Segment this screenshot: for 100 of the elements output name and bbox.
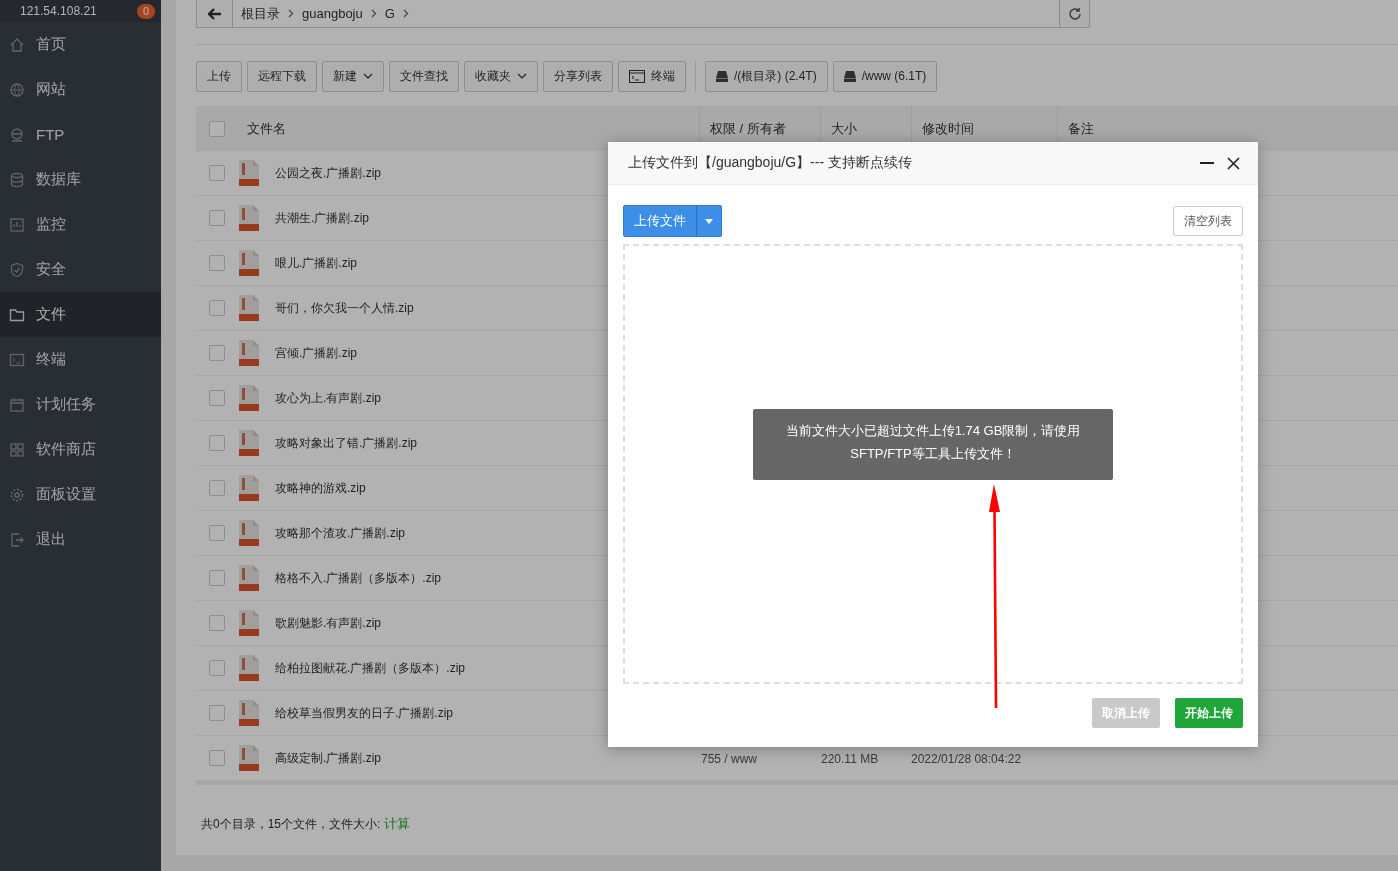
- zip-file-icon: [239, 700, 259, 726]
- disk-button[interactable]: /www (6.1T): [832, 60, 938, 92]
- zip-file-icon: [239, 340, 259, 366]
- exit-icon: [9, 531, 25, 548]
- settings-icon: [9, 486, 25, 503]
- grid-icon: [9, 441, 25, 458]
- toolbar-button[interactable]: 终端: [618, 60, 686, 92]
- file-name[interactable]: 共潮生.广播剧.zip: [275, 209, 369, 227]
- breadcrumb-link[interactable]: G: [384, 6, 395, 21]
- nav-item[interactable]: FTP: [0, 112, 161, 157]
- nav-item[interactable]: 首页: [0, 22, 161, 67]
- drive-icon: [843, 70, 856, 82]
- toolbar-button[interactable]: 文件查找: [389, 60, 459, 92]
- nav-item[interactable]: 监控: [0, 202, 161, 247]
- zip-file-icon: [239, 565, 259, 591]
- file-name[interactable]: 哥们，你欠我一个人情.zip: [275, 299, 414, 317]
- chevron-icon: [370, 9, 377, 18]
- row-checkbox[interactable]: [208, 255, 225, 271]
- row-checkbox[interactable]: [208, 480, 225, 496]
- shield-icon: [9, 261, 25, 278]
- file-name[interactable]: 攻心为上.有声剧.zip: [275, 389, 381, 407]
- chevron-icon: [402, 9, 409, 18]
- zip-file-icon: [239, 655, 259, 681]
- row-checkbox[interactable]: [208, 435, 225, 451]
- file-name[interactable]: 攻略神的游戏.zip: [275, 479, 366, 497]
- terminal-icon: [9, 351, 25, 368]
- nav-item[interactable]: 安全: [0, 247, 161, 292]
- table-cell: 220.11 MB: [821, 751, 879, 766]
- zip-file-icon: [239, 205, 259, 231]
- zip-file-icon: [239, 475, 259, 501]
- chevron-down-icon: [363, 73, 373, 79]
- file-name[interactable]: 给校草当假男友的日子.广播剧.zip: [275, 704, 453, 722]
- dialog-title: 上传文件到【/guangboju/G】--- 支持断点续传: [628, 154, 912, 172]
- breadcrumb-link[interactable]: 根目录: [241, 4, 280, 23]
- table-cell: 755 / www: [701, 751, 758, 766]
- calendar-icon: [9, 396, 25, 413]
- zip-file-icon: [239, 745, 259, 771]
- zip-file-icon: [239, 385, 259, 411]
- nav-item[interactable]: 面板设置: [0, 472, 161, 517]
- nav-item[interactable]: 退出: [0, 517, 161, 562]
- nav-item[interactable]: 数据库: [0, 157, 161, 202]
- file-name[interactable]: 公园之夜.广播剧.zip: [275, 164, 381, 182]
- file-summary: 共0个目录，15个文件，文件大小:: [201, 817, 382, 831]
- file-name[interactable]: 高级定制.广播剧.zip: [275, 749, 381, 767]
- nav-item[interactable]: 计划任务: [0, 382, 161, 427]
- file-name[interactable]: 歌剧魅影.有声剧.zip: [275, 614, 381, 632]
- zip-file-icon: [239, 610, 259, 636]
- row-checkbox[interactable]: [208, 525, 225, 541]
- server-address: 121.54.108.21: [20, 4, 97, 18]
- toolbar-button[interactable]: 新建: [322, 60, 384, 92]
- database-icon: [9, 171, 25, 188]
- home-icon: [9, 36, 25, 53]
- nav-item[interactable]: 网站: [0, 67, 161, 112]
- file-name[interactable]: 格格不入.广播剧（多版本）.zip: [275, 569, 441, 587]
- terminal-icon: [629, 69, 645, 83]
- chevron-icon: [288, 9, 294, 18]
- nav-item[interactable]: 软件商店: [0, 427, 161, 472]
- column-header[interactable]: 文件名: [237, 119, 699, 138]
- row-checkbox[interactable]: [208, 390, 225, 406]
- file-name[interactable]: 攻略对象出了错.广播剧.zip: [275, 434, 417, 452]
- error-toast: 当前文件大小已超过文件上传1.74 GB限制，请使用SFTP/FTP等工具上传文件！: [753, 409, 1113, 480]
- ftp-icon: [9, 126, 25, 143]
- chart-icon: [9, 216, 25, 233]
- select-all-checkbox[interactable]: [208, 120, 225, 137]
- file-name[interactable]: 给柏拉图献花.广播剧（多版本）.zip: [275, 659, 465, 677]
- row-checkbox[interactable]: [208, 210, 225, 226]
- zip-file-icon: [239, 430, 259, 456]
- row-checkbox[interactable]: [208, 615, 225, 631]
- nav-item[interactable]: 终端: [0, 337, 161, 382]
- toolbar-button[interactable]: 分享列表: [543, 60, 613, 92]
- file-name[interactable]: 宫倾.广播剧.zip: [275, 344, 357, 362]
- back-arrow-icon: [207, 7, 222, 20]
- toolbar-button[interactable]: 上传: [196, 60, 242, 92]
- breadcrumb-link[interactable]: guangboju: [302, 6, 363, 21]
- globe-icon: [9, 81, 25, 98]
- zip-file-icon: [239, 520, 259, 546]
- row-checkbox[interactable]: [208, 570, 225, 586]
- drop-zone[interactable]: 当前文件大小已超过文件上传1.74 GB限制，请使用SFTP/FTP等工具上传文件！: [623, 244, 1243, 684]
- row-checkbox[interactable]: [208, 750, 225, 766]
- refresh-icon: [1067, 6, 1082, 21]
- file-name[interactable]: 哏儿.广播剧.zip: [275, 254, 357, 272]
- row-checkbox[interactable]: [208, 705, 225, 721]
- row-checkbox[interactable]: [208, 345, 225, 361]
- zip-file-icon: [239, 250, 259, 276]
- table-cell: 2022/01/28 08:04:22: [911, 751, 1022, 766]
- nav-item[interactable]: 文件: [0, 292, 161, 337]
- folder-icon: [9, 306, 25, 323]
- row-checkbox[interactable]: [208, 660, 225, 676]
- toolbar-button[interactable]: 远程下载: [247, 60, 317, 92]
- caret-icon[interactable]: [705, 218, 713, 224]
- toolbar-button[interactable]: 收藏夹: [464, 60, 538, 92]
- row-checkbox[interactable]: [208, 300, 225, 316]
- clear-list-button[interactable]: 清空列表: [1173, 206, 1243, 236]
- close-icon[interactable]: [1227, 156, 1240, 170]
- drive-icon: [716, 70, 728, 82]
- row-checkbox[interactable]: [208, 165, 225, 181]
- zip-file-icon: [239, 160, 259, 186]
- file-name[interactable]: 攻略那个渣攻.广播剧.zip: [275, 524, 405, 542]
- chevron-down-icon: [517, 73, 527, 79]
- disk-button[interactable]: /(根目录) (2.4T): [705, 60, 828, 92]
